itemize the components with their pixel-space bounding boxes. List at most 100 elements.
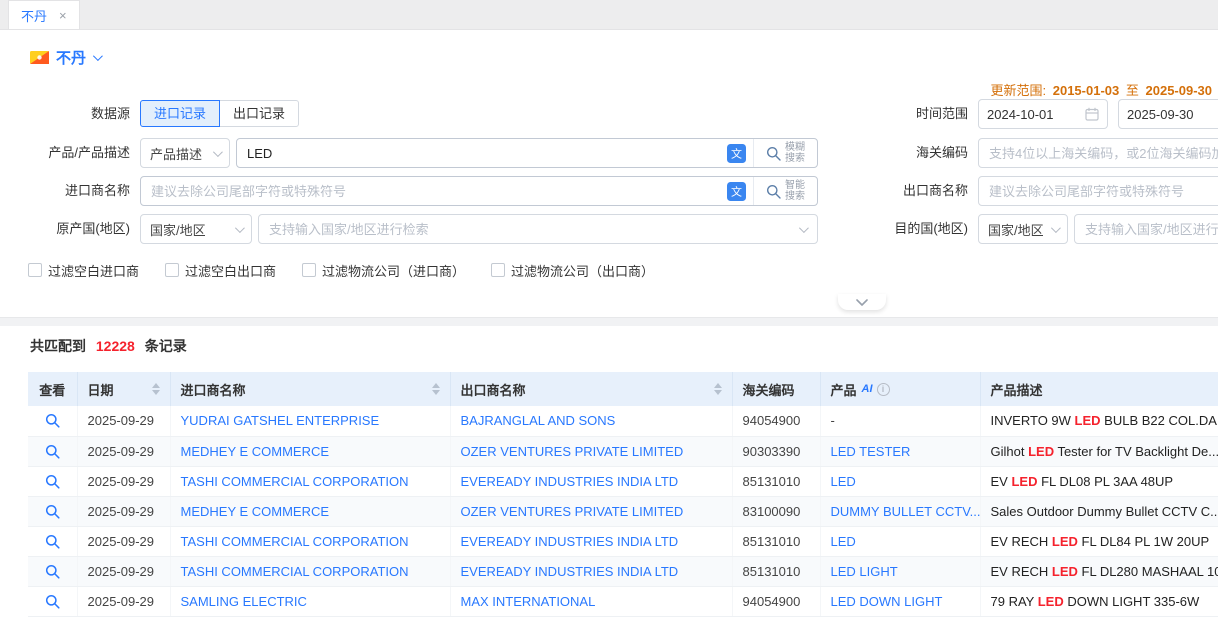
exporter-link[interactable]: BAJRANGLAL AND SONS: [461, 413, 616, 428]
exporter-name-input[interactable]: [978, 176, 1218, 206]
search-icon: [45, 413, 60, 428]
results-count: 12228: [96, 338, 135, 354]
hs-code-cell: 90303390: [732, 436, 820, 466]
date-to-field[interactable]: [1118, 99, 1218, 129]
search-icon: [45, 594, 60, 609]
translate-icon[interactable]: 文: [727, 144, 746, 163]
product-link[interactable]: DUMMY BULLET CCTV...: [831, 504, 981, 519]
importer-link[interactable]: TASHI COMMERCIAL CORPORATION: [181, 474, 409, 489]
filter-logistics-importer-checkbox[interactable]: 过滤物流公司（进口商）: [302, 261, 465, 280]
update-range-separator: 至: [1126, 83, 1139, 98]
tab-bar: 不丹 ×: [0, 0, 1218, 30]
importer-name-input[interactable]: [141, 177, 727, 205]
country-selector[interactable]: 不丹: [30, 47, 100, 68]
time-range-label: 时间范围: [846, 99, 968, 129]
destination-type-select[interactable]: 国家/地区: [978, 214, 1068, 244]
product-link[interactable]: LED: [831, 474, 856, 489]
tab-close-icon[interactable]: ×: [59, 8, 67, 23]
fuzzy-search-button[interactable]: 模糊 搜索: [753, 139, 817, 167]
translate-icon[interactable]: 文: [727, 182, 746, 201]
exporter-link[interactable]: OZER VENTURES PRIVATE LIMITED: [461, 444, 684, 459]
update-range-label: 更新范围:: [990, 83, 1046, 98]
filter-logistics-exporter-checkbox[interactable]: 过滤物流公司（出口商）: [491, 261, 654, 280]
table-row: 2025-09-29 SAMLING ELECTRIC MAX INTERNATIO…: [28, 586, 1218, 616]
product-link[interactable]: LED DOWN LIGHT: [831, 594, 943, 609]
importer-label: 进口商名称: [0, 176, 130, 206]
importer-link[interactable]: TASHI COMMERCIAL CORPORATION: [181, 534, 409, 549]
view-record-button[interactable]: [41, 590, 63, 612]
origin-country-input[interactable]: [258, 214, 818, 244]
exporter-link[interactable]: EVEREADY INDUSTRIES INDIA LTD: [461, 534, 679, 549]
exporter-link[interactable]: OZER VENTURES PRIVATE LIMITED: [461, 504, 684, 519]
view-record-button[interactable]: [41, 560, 63, 582]
product-field-select[interactable]: 产品描述: [140, 138, 230, 168]
results-table-body: 2025-09-29 YUDRAI GATSHEL ENTERPRISE BAJRA…: [28, 406, 1218, 616]
sort-icon[interactable]: [714, 383, 722, 395]
export-records-toggle[interactable]: 出口记录: [219, 100, 299, 127]
svg-text:文: 文: [731, 146, 742, 160]
exporter-link[interactable]: EVEREADY INDUSTRIES INDIA LTD: [461, 564, 679, 579]
checkbox-label: 过滤物流公司（出口商）: [511, 261, 654, 280]
chevron-down-icon[interactable]: [93, 51, 103, 61]
calendar-icon: [1085, 107, 1099, 121]
date-from-field[interactable]: [978, 99, 1108, 129]
chevron-down-icon: [213, 147, 223, 157]
view-record-button[interactable]: [41, 440, 63, 462]
importer-link[interactable]: YUDRAI GATSHEL ENTERPRISE: [181, 413, 380, 428]
sort-icon[interactable]: [152, 383, 160, 395]
checkbox-icon[interactable]: [302, 263, 316, 277]
checkbox-icon[interactable]: [165, 263, 179, 277]
page: 不丹 更新范围: 2015-01-03 至 2025-09-30 数据源 进口记…: [0, 30, 1218, 618]
customs-code-input[interactable]: [978, 138, 1218, 168]
product-link[interactable]: LED LIGHT: [831, 564, 898, 579]
results-summary: 共匹配到 12228 条记录: [30, 336, 1218, 356]
view-record-button[interactable]: [41, 530, 63, 552]
collapse-form-button[interactable]: [838, 294, 886, 310]
bhutan-flag-icon: [30, 51, 49, 64]
exporter-link[interactable]: EVEREADY INDUSTRIES INDIA LTD: [461, 474, 679, 489]
origin-type-select[interactable]: 国家/地区: [140, 214, 252, 244]
date-to-input[interactable]: [1127, 107, 1218, 122]
product-link[interactable]: LED TESTER: [831, 444, 911, 459]
view-record-button[interactable]: [41, 500, 63, 522]
form-row-product: 产品/产品描述 产品描述 文 模糊 搜索 海关编码: [0, 138, 1218, 168]
importer-link[interactable]: TASHI COMMERCIAL CORPORATION: [181, 564, 409, 579]
hs-code-cell: 85131010: [732, 556, 820, 586]
destination-country-input[interactable]: [1074, 214, 1218, 244]
table-row: 2025-09-29TASHI COMMERCIAL CORPORATIONEV…: [28, 526, 1218, 556]
importer-link[interactable]: MEDHEY E COMMERCE: [181, 504, 330, 519]
update-range-from: 2015-01-03: [1053, 83, 1120, 98]
origin-type-select-value: 国家/地区: [150, 220, 206, 239]
importer-link[interactable]: SAMLING ELECTRIC: [181, 594, 307, 609]
date-cell: 2025-09-29: [77, 586, 170, 616]
col-header-date[interactable]: 日期: [77, 372, 170, 406]
checkbox-icon[interactable]: [28, 263, 42, 277]
view-record-button[interactable]: [41, 470, 63, 492]
chevron-down-icon: [1051, 223, 1061, 233]
tab-bhutan[interactable]: 不丹 ×: [8, 0, 80, 29]
product-search-input[interactable]: [237, 139, 727, 167]
date-cell: 2025-09-29: [77, 496, 170, 526]
filter-blank-exporter-checkbox[interactable]: 过滤空白出口商: [165, 261, 276, 280]
importer-link[interactable]: MEDHEY E COMMERCE: [181, 444, 330, 459]
checkbox-icon[interactable]: [491, 263, 505, 277]
exporter-label: 出口商名称: [846, 176, 968, 206]
search-icon: [766, 146, 781, 161]
search-icon: [45, 444, 60, 459]
filter-blank-importer-checkbox[interactable]: 过滤空白进口商: [28, 261, 139, 280]
exporter-link[interactable]: MAX INTERNATIONAL: [461, 594, 596, 609]
smart-search-button[interactable]: 智能 搜索: [753, 177, 817, 205]
product-link[interactable]: LED: [831, 534, 856, 549]
col-header-importer[interactable]: 进口商名称: [170, 372, 450, 406]
filter-checkbox-row: 过滤空白进口商 过滤空白出口商 过滤物流公司（进口商） 过滤物流公司（出口商）: [0, 261, 1218, 279]
sort-icon[interactable]: [432, 383, 440, 395]
view-record-button[interactable]: [41, 410, 63, 432]
import-records-toggle[interactable]: 进口记录: [140, 100, 220, 127]
table-row: 2025-09-29TASHI COMMERCIAL CORPORATIONEV…: [28, 466, 1218, 496]
fuzzy-search-label: 模糊 搜索: [785, 142, 805, 164]
date-from-input[interactable]: [987, 107, 1085, 122]
summary-prefix: 共匹配到: [30, 338, 86, 354]
info-icon[interactable]: i: [877, 383, 890, 396]
col-header-exporter[interactable]: 出口商名称: [450, 372, 732, 406]
summary-suffix: 条记录: [145, 338, 187, 354]
